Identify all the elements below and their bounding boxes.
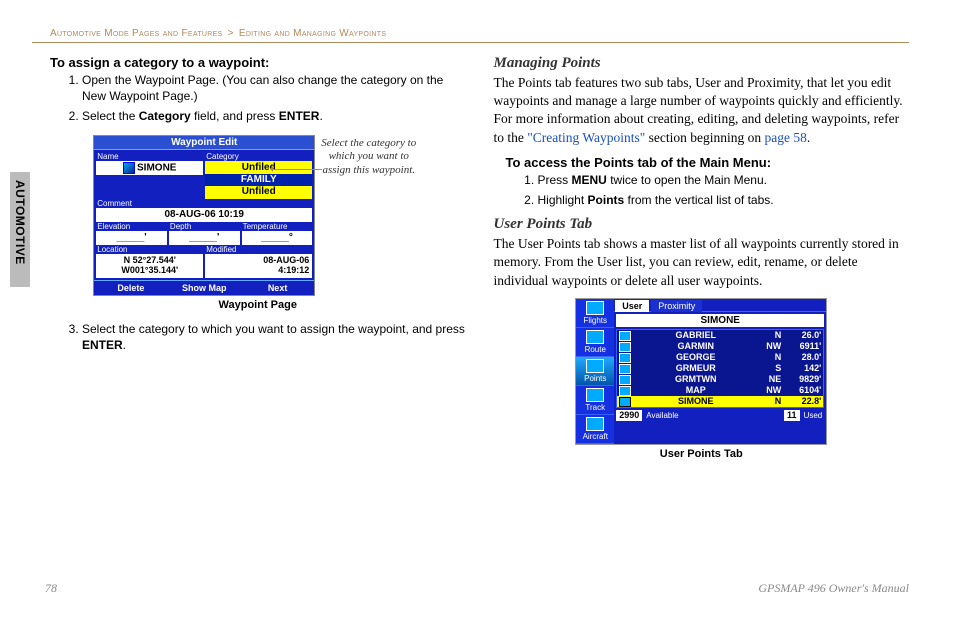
list-item[interactable]: SIMONEN22.8'	[617, 396, 823, 407]
list-item[interactable]: GEORGEN28.0'	[617, 352, 823, 363]
right-steps: Press MENU twice to open the Main Menu. …	[506, 172, 910, 208]
lbl-category: Category	[205, 152, 313, 161]
waypoint-flag-icon	[619, 386, 631, 396]
wp-softkeys: Delete Show Map Next	[94, 280, 314, 295]
footer-used-l: Used	[802, 410, 825, 421]
waypoint-flag-icon	[619, 331, 631, 341]
footer-available-l: Available	[644, 410, 680, 421]
waypoint-figure: Waypoint Edit Name SIMONE Category Unfil…	[50, 133, 466, 311]
side-tab-automotive: AUTOMOTIVE	[10, 172, 30, 287]
list-item[interactable]: GRMTWNNE9829'	[617, 374, 823, 385]
manual-title: GPSMAP 496 Owner's Manual	[758, 581, 909, 596]
wp-title: Waypoint Edit	[94, 136, 314, 150]
header-rule	[32, 42, 909, 43]
fld-category-dropdown[interactable]: Unfiled FAMILY Unfiled	[205, 161, 312, 199]
waypoint-flag-icon	[619, 353, 631, 363]
step-1: Open the Waypoint Page. (You can also ch…	[82, 72, 466, 104]
step-3: Select the category to which you want to…	[82, 321, 466, 353]
footer-used-n: 11	[784, 410, 800, 421]
fld-location: N 52°27.544' W001°35.144'	[96, 254, 203, 278]
fld-elevation: _____'	[96, 231, 167, 245]
list-item[interactable]: GABRIELN26.0'	[617, 330, 823, 341]
right-p1: The Points tab features two sub tabs, Us…	[494, 74, 910, 147]
softkey-showmap[interactable]: Show Map	[168, 281, 241, 295]
fld-comment: 08-AUG-06 10:19	[96, 208, 312, 222]
rstep-1: Press MENU twice to open the Main Menu.	[538, 172, 910, 188]
waypoint-flag-icon	[619, 342, 631, 352]
waypoint-callout-note: Select the category to which you want to…	[321, 135, 416, 178]
page-number: 78	[45, 581, 57, 596]
lbl-name: Name	[96, 152, 204, 161]
footer-available-n: 2990	[616, 410, 642, 421]
waypoint-device-screenshot: Waypoint Edit Name SIMONE Category Unfil…	[93, 135, 315, 296]
lbl-elevation: Elevation	[96, 222, 167, 231]
softkey-next[interactable]: Next	[241, 281, 314, 295]
breadcrumb-section: Automotive Mode Pages and Features	[50, 28, 223, 39]
left-steps-1-2: Open the Waypoint Page. (You can also ch…	[50, 72, 466, 125]
fld-temperature: _____°	[242, 231, 313, 245]
route-icon	[586, 330, 604, 344]
list-item[interactable]: MAPNW6104'	[617, 385, 823, 396]
rstep-2: Highlight Points from the vertical list …	[538, 192, 910, 208]
tab-user[interactable]: User	[615, 300, 649, 312]
track-icon	[586, 388, 604, 402]
callout-arrow	[272, 169, 322, 170]
breadcrumb-sub: Editing and Managing Waypoints	[239, 28, 386, 39]
left-step-3: Select the category to which you want to…	[50, 321, 466, 353]
waypoint-flag-icon	[123, 162, 135, 174]
waypoint-flag-icon	[619, 364, 631, 374]
waypoint-flag-icon	[619, 375, 631, 385]
softkey-delete[interactable]: Delete	[94, 281, 167, 295]
right-p2: The User Points tab shows a master list …	[494, 235, 910, 290]
right-h1: Managing Points	[494, 55, 910, 72]
sidebar-item-points[interactable]: Points	[576, 357, 614, 386]
list-item[interactable]: GRMEURS142'	[617, 363, 823, 374]
lbl-location: Location	[96, 245, 203, 254]
left-heading: To assign a category to a waypoint:	[50, 55, 466, 70]
breadcrumb-sep: >	[228, 28, 234, 39]
aircraft-icon	[586, 417, 604, 431]
sidebar-item-flights[interactable]: Flights	[576, 299, 614, 328]
right-h3: User Points Tab	[494, 216, 910, 233]
userpoints-figure-caption: User Points Tab	[494, 448, 910, 460]
fld-name: SIMONE	[96, 161, 203, 175]
userpoints-list: GABRIELN26.0'GARMINNW6911'GEORGEN28.0'GR…	[616, 329, 824, 408]
search-field[interactable]: SIMONE	[616, 314, 824, 327]
userpoints-figure: FlightsRoutePointsTrackAircraft User Pro…	[494, 298, 910, 460]
waypoint-figure-caption: Waypoint Page	[50, 299, 466, 311]
flights-icon	[586, 301, 604, 315]
link-creating-waypoints[interactable]: "Creating Waypoints"	[527, 130, 645, 145]
lbl-modified: Modified	[205, 245, 312, 254]
lbl-temperature: Temperature	[242, 222, 313, 231]
link-page-58[interactable]: page 58	[765, 130, 807, 145]
right-h2: To access the Points tab of the Main Men…	[506, 155, 910, 170]
fld-modified: 08-AUG-06 4:19:12	[205, 254, 312, 278]
breadcrumb: Automotive Mode Pages and Features > Edi…	[32, 28, 909, 39]
step-2: Select the Category field, and press ENT…	[82, 108, 466, 124]
points-icon	[586, 359, 604, 373]
fld-depth: _____'	[169, 231, 240, 245]
sidebar-item-track[interactable]: Track	[576, 386, 614, 415]
tab-proximity[interactable]: Proximity	[651, 300, 702, 312]
waypoint-flag-icon	[619, 397, 631, 407]
userpoints-device-screenshot: FlightsRoutePointsTrackAircraft User Pro…	[575, 298, 827, 445]
page-footer: 78 GPSMAP 496 Owner's Manual	[45, 581, 909, 596]
list-item[interactable]: GARMINNW6911'	[617, 341, 823, 352]
lbl-depth: Depth	[169, 222, 240, 231]
sidebar-item-route[interactable]: Route	[576, 328, 614, 357]
lbl-comment: Comment	[96, 199, 313, 208]
sidebar-item-aircraft[interactable]: Aircraft	[576, 415, 614, 444]
